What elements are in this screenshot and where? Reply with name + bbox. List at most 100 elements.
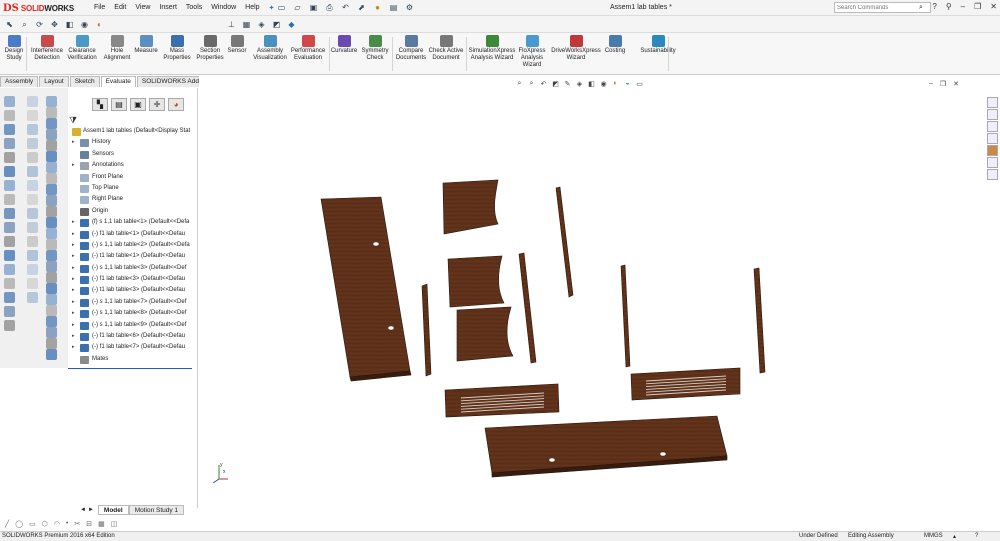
- units-dropdown-icon[interactable]: ▴: [953, 533, 956, 540]
- assembly-tool-icon[interactable]: [4, 96, 15, 107]
- minimize-icon[interactable]: –: [961, 2, 965, 11]
- pan-icon[interactable]: ✥: [49, 19, 60, 30]
- tree-item[interactable]: ▸ (-) f1 lab table<6> (Default<<Defau: [72, 331, 196, 342]
- assembly-tool-icon[interactable]: [4, 152, 15, 163]
- menu-tools[interactable]: Tools: [186, 4, 202, 12]
- appearance-icon[interactable]: ◐: [94, 19, 105, 30]
- evaluate-tool-icon[interactable]: [46, 316, 57, 327]
- help-status-icon[interactable]: ?: [975, 533, 978, 539]
- expand-arrow-icon[interactable]: ▸: [72, 308, 75, 319]
- sketch-tool-icon[interactable]: [27, 124, 38, 135]
- print-icon[interactable]: ⎙: [324, 2, 335, 13]
- save-icon[interactable]: ▣: [308, 2, 319, 13]
- view-icon[interactable]: ▦: [241, 19, 252, 30]
- rebuild-icon[interactable]: ●: [372, 2, 383, 13]
- side-panel-3[interactable]: [456, 306, 514, 362]
- tree-item[interactable]: ▸ Annotations: [72, 160, 196, 171]
- tree-item[interactable]: ▸ (-) f1 lab table<3> (Default<<Defau: [72, 274, 196, 285]
- tree-root[interactable]: Assem1 lab tables (Default<Display Stat: [72, 126, 196, 137]
- expand-arrow-icon[interactable]: ▸: [72, 229, 75, 240]
- evaluate-tool-icon[interactable]: [46, 272, 57, 283]
- menu-edit[interactable]: Edit: [114, 4, 126, 12]
- sketch-tool-icon[interactable]: [27, 110, 38, 121]
- arc-icon[interactable]: ◠: [54, 520, 60, 528]
- pin-menu-icon[interactable]: ✦: [269, 4, 275, 12]
- select-icon[interactable]: ⬈: [356, 2, 367, 13]
- assembly-tool-icon[interactable]: [4, 264, 15, 275]
- forum-icon[interactable]: [987, 169, 998, 180]
- tree-item[interactable]: ▸ History: [72, 137, 196, 148]
- evaluate-tool-icon[interactable]: [46, 294, 57, 305]
- display-manager-tab-icon[interactable]: ◕: [168, 98, 184, 111]
- tab-model[interactable]: Model: [97, 505, 129, 515]
- tree-item[interactable]: ▸ (-) t1 lab table<3> (Default<<Defau: [72, 285, 196, 296]
- evaluate-tool-icon[interactable]: [46, 96, 57, 107]
- shaded-icon[interactable]: ◆: [286, 19, 297, 30]
- appearances-icon[interactable]: [987, 145, 998, 156]
- sketch-tool-icon[interactable]: [27, 180, 38, 191]
- floxpress-button[interactable]: FloXpress Analysis Wizard: [519, 35, 546, 69]
- assembly-tool-icon[interactable]: [4, 208, 15, 219]
- tree-item[interactable]: ▸ (-) s 1,1 lab table<3> (Default<<Def: [72, 263, 196, 274]
- evaluate-tool-icon[interactable]: [46, 239, 57, 250]
- custom-properties-icon[interactable]: [987, 157, 998, 168]
- iso-view-icon[interactable]: ◈: [256, 19, 267, 30]
- costing-button[interactable]: Costing: [604, 35, 626, 55]
- tab-motion-study-1[interactable]: Motion Study 1: [128, 505, 185, 515]
- evaluate-tool-icon[interactable]: [46, 338, 57, 349]
- property-manager-tab-icon[interactable]: ▤: [111, 98, 127, 111]
- menu-file[interactable]: File: [94, 4, 105, 12]
- help-icon[interactable]: ?: [932, 2, 936, 11]
- expand-arrow-icon[interactable]: ▸: [72, 160, 75, 171]
- evaluate-tool-icon[interactable]: [46, 162, 57, 173]
- expand-arrow-icon[interactable]: ▸: [72, 274, 75, 285]
- point-icon[interactable]: •: [66, 520, 68, 527]
- symmetry-button[interactable]: Symmetry Check: [362, 35, 389, 62]
- tree-item[interactable]: ▸ (-) s 1,1 lab table<7> (Default<<Def: [72, 297, 196, 308]
- check-document-button[interactable]: Check Active Document: [427, 35, 465, 62]
- design-study-button[interactable]: Design Study: [4, 35, 24, 62]
- evaluate-tool-icon[interactable]: [46, 140, 57, 151]
- assembly-tool-icon[interactable]: [4, 110, 15, 121]
- sketch-tool-icon[interactable]: [27, 292, 38, 303]
- expand-arrow-icon[interactable]: ▸: [72, 342, 75, 353]
- menu-insert[interactable]: Insert: [159, 4, 177, 12]
- file-explorer-icon[interactable]: [987, 121, 998, 132]
- assembly-tool-icon[interactable]: [4, 222, 15, 233]
- sketch-tool-icon[interactable]: [27, 236, 38, 247]
- rotate-icon[interactable]: ⟳: [34, 19, 45, 30]
- driveworks-button[interactable]: DriveWorksXpress Wizard: [551, 35, 601, 62]
- menu-window[interactable]: Window: [211, 4, 236, 12]
- expand-arrow-icon[interactable]: ▸: [72, 297, 75, 308]
- sketch-tool-icon[interactable]: [27, 264, 38, 275]
- scroll-left-icon[interactable]: ◄: [80, 507, 86, 513]
- undo-icon[interactable]: ↶: [340, 2, 351, 13]
- section-view-icon[interactable]: ◩: [271, 19, 282, 30]
- new-document-icon[interactable]: ▭: [276, 2, 287, 13]
- circle-icon[interactable]: ◯: [15, 520, 23, 528]
- assembly-tool-icon[interactable]: [4, 138, 15, 149]
- hole-alignment-button[interactable]: Hole Alignment: [103, 35, 131, 62]
- leg-4[interactable]: [620, 264, 631, 368]
- user-icon[interactable]: ⚲: [946, 2, 952, 11]
- tree-item[interactable]: Mates: [72, 354, 196, 365]
- normal-to-icon[interactable]: ⊥: [226, 19, 237, 30]
- evaluate-tool-icon[interactable]: [46, 118, 57, 129]
- evaluate-tool-icon[interactable]: [46, 184, 57, 195]
- expand-arrow-icon[interactable]: ▸: [72, 263, 75, 274]
- tree-item[interactable]: ▸ (-) s 1,1 lab table<2> (Default<<Defa: [72, 240, 196, 251]
- assembly-tool-icon[interactable]: [4, 306, 15, 317]
- leg-1[interactable]: [421, 283, 432, 377]
- evaluate-tool-icon[interactable]: [46, 228, 57, 239]
- grid-icon[interactable]: ▦: [98, 520, 105, 528]
- evaluate-tool-icon[interactable]: [46, 151, 57, 162]
- expand-arrow-icon[interactable]: ▸: [72, 251, 75, 262]
- expand-arrow-icon[interactable]: ▸: [72, 217, 75, 228]
- compare-button[interactable]: Compare Documents: [396, 35, 426, 62]
- sketch-tool-icon[interactable]: [27, 194, 38, 205]
- open-icon[interactable]: ▱: [292, 2, 303, 13]
- assembly-tool-icon[interactable]: [4, 278, 15, 289]
- sustainability-button[interactable]: Sustainability: [638, 35, 678, 55]
- display-style-icon[interactable]: ◧: [64, 19, 75, 30]
- assembly-tool-icon[interactable]: [4, 180, 15, 191]
